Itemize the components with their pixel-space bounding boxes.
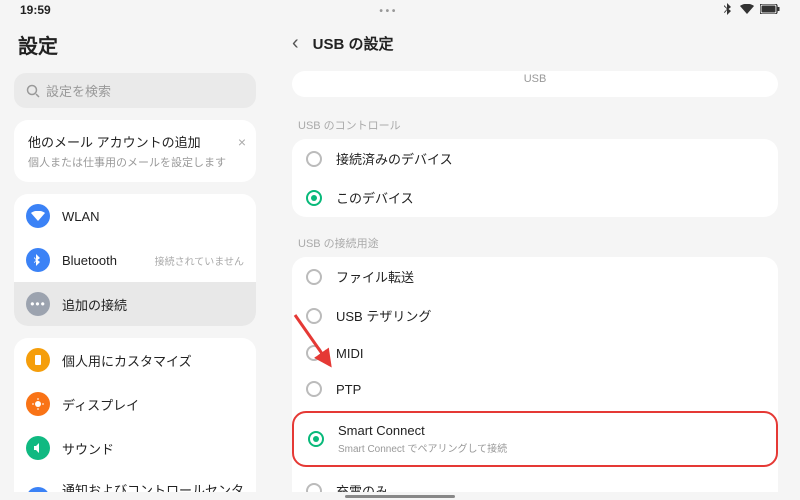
display-group: 個人用にカスタマイズ ディスプレイ サウンド 通知およびコントロールセンター [14,338,256,492]
sidebar-item-sound[interactable]: サウンド [14,426,256,470]
nav-indicator [345,495,455,498]
sidebar-item-wlan[interactable]: WLAN [14,194,256,238]
radio-icon [306,483,322,493]
radio-label: 充電のみ [336,481,388,492]
radio-label: このデバイス [336,188,414,207]
bluetooth-status: 接続されていません [155,253,244,268]
notification-icon [26,487,50,492]
add-mail-card[interactable]: 他のメール アカウントの追加 個人または仕事用のメールを設定します × [14,120,256,182]
sidebar-item-label: Bluetooth [62,253,143,268]
wifi-status-icon [740,3,754,17]
sidebar-item-label: サウンド [62,439,244,458]
radio-connected-device[interactable]: 接続済みのデバイス [292,139,778,178]
search-placeholder: 設定を検索 [46,81,111,100]
sidebar-item-more-connections[interactable]: ••• 追加の接続 [14,282,256,326]
sidebar-item-label: WLAN [62,209,244,224]
radio-charge-only[interactable]: 充電のみ [292,471,778,492]
sidebar-item-bluetooth[interactable]: Bluetooth 接続されていません [14,238,256,282]
sidebar-item-label: 通知およびコントロールセンター [62,480,244,492]
battery-status-icon [760,3,780,17]
usb-use-group: ファイル転送 USB テザリング MIDI PTP Smart Connect [292,257,778,492]
radio-label: Smart Connect [338,423,507,438]
sidebar-item-notifications[interactable]: 通知およびコントロールセンター [14,470,256,492]
sidebar-item-label: 追加の接続 [62,295,244,314]
radio-label: 接続済みのデバイス [336,149,453,168]
radio-label: ファイル転送 [336,267,414,286]
radio-smart-connect[interactable]: Smart Connect Smart Connect でペアリングして接続 [294,413,776,465]
radio-label: PTP [336,382,361,397]
detail-pane: ‹ USB の設定 USB USB のコントロール 接続済みのデバイス このデバ… [270,20,800,492]
radio-icon [308,431,324,447]
addmail-title: 他のメール アカウントの追加 [28,132,242,151]
radio-midi[interactable]: MIDI [292,335,778,371]
radio-usb-tethering[interactable]: USB テザリング [292,296,778,335]
radio-icon [306,190,322,206]
radio-label: USB テザリング [336,306,431,325]
radio-icon [306,345,322,361]
back-button[interactable]: ‹ [292,32,299,55]
display-icon [26,392,50,416]
detail-title: USB の設定 [313,33,394,54]
radio-sublabel: Smart Connect でペアリングして接続 [338,440,507,455]
section-usb-control: USB のコントロール [292,107,778,139]
section-usb-use: USB の接続用途 [292,225,778,257]
annotation-highlight: Smart Connect Smart Connect でペアリングして接続 [292,411,778,467]
sidebar: 設定 設定を検索 他のメール アカウントの追加 個人または仕事用のメールを設定し… [0,20,270,492]
bluetooth-icon [26,248,50,272]
sidebar-item-label: ディスプレイ [62,395,244,414]
radio-icon [306,151,322,167]
radio-ptp[interactable]: PTP [292,371,778,407]
radio-label: MIDI [336,346,363,361]
personalize-icon [26,348,50,372]
network-group: WLAN Bluetooth 接続されていません ••• 追加の接続 [14,194,256,326]
radio-file-transfer[interactable]: ファイル転送 [292,257,778,296]
radio-this-device[interactable]: このデバイス [292,178,778,217]
addmail-sub: 個人または仕事用のメールを設定します [28,154,242,170]
radio-icon [306,381,322,397]
close-icon[interactable]: × [238,134,246,150]
search-icon [26,84,40,98]
handle-dots: • • • [379,6,395,14]
search-input[interactable]: 設定を検索 [14,73,256,108]
status-time: 19:59 [20,3,51,17]
sidebar-item-label: 個人用にカスタマイズ [62,351,244,370]
sound-icon [26,436,50,460]
more-icon: ••• [26,292,50,316]
wifi-icon [26,204,50,228]
sidebar-item-display[interactable]: ディスプレイ [14,382,256,426]
page-title: 設定 [14,20,256,73]
top-collapsed-card[interactable]: USB [292,71,778,97]
bluetooth-status-icon [724,3,734,18]
usb-control-group: 接続済みのデバイス このデバイス [292,139,778,217]
sidebar-item-personalize[interactable]: 個人用にカスタマイズ [14,338,256,382]
radio-icon [306,269,322,285]
radio-icon [306,308,322,324]
